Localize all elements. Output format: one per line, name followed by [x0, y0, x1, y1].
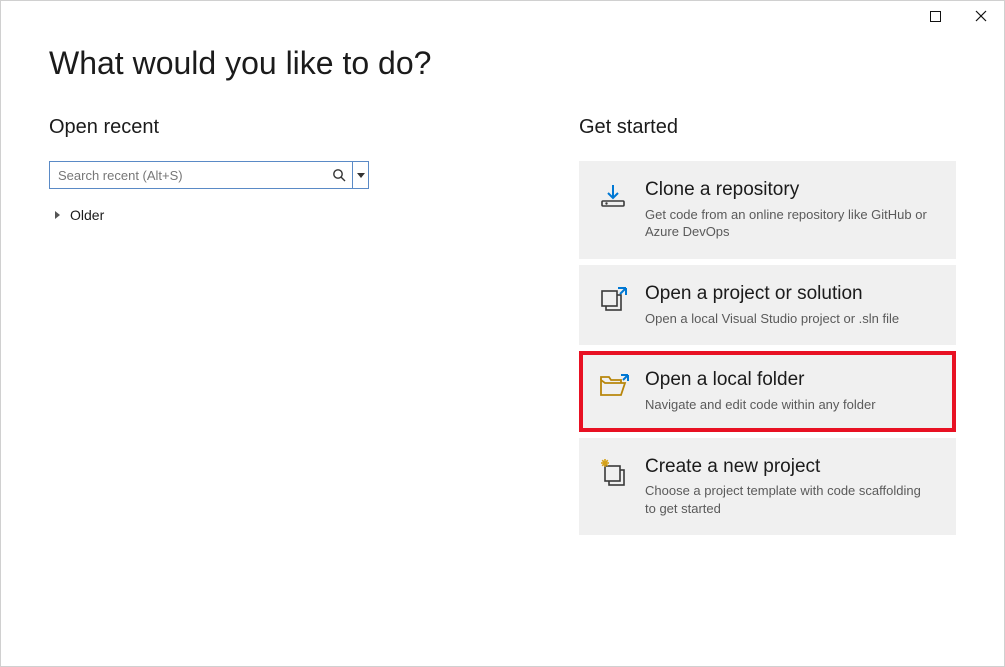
- recent-older-expander[interactable]: Older: [55, 207, 519, 223]
- recent-older-label: Older: [70, 207, 104, 223]
- card-title: Open a local folder: [645, 369, 934, 392]
- open-local-folder-card[interactable]: Open a local folder Navigate and edit co…: [579, 351, 956, 431]
- search-recent-dropdown[interactable]: [353, 161, 369, 189]
- open-folder-icon: [599, 371, 629, 401]
- clone-repository-card[interactable]: Clone a repository Get code from an onli…: [579, 161, 956, 259]
- card-desc: Choose a project template with code scaf…: [645, 482, 934, 517]
- maximize-icon: [930, 11, 941, 22]
- page-title: What would you like to do?: [1, 31, 1004, 82]
- chevron-down-icon: [357, 173, 365, 178]
- window-maximize-button[interactable]: [912, 1, 958, 31]
- clone-repository-icon: [599, 181, 629, 211]
- card-title: Create a new project: [645, 456, 934, 479]
- close-icon: [975, 10, 987, 22]
- card-desc: Get code from an online repository like …: [645, 206, 934, 241]
- card-title: Clone a repository: [645, 179, 934, 202]
- card-title: Open a project or solution: [645, 283, 934, 306]
- open-project-icon: [599, 285, 629, 315]
- open-recent-heading: Open recent: [49, 116, 519, 139]
- search-icon: [332, 168, 346, 182]
- window-close-button[interactable]: [958, 1, 1004, 31]
- get-started-heading: Get started: [579, 116, 956, 139]
- chevron-right-icon: [55, 211, 60, 219]
- card-desc: Navigate and edit code within any folder: [645, 396, 934, 414]
- search-recent-input[interactable]: [58, 168, 332, 183]
- search-recent-box[interactable]: [49, 161, 353, 189]
- create-new-project-card[interactable]: Create a new project Choose a project te…: [579, 438, 956, 536]
- card-desc: Open a local Visual Studio project or .s…: [645, 310, 934, 328]
- new-project-icon: [599, 458, 629, 488]
- open-project-card[interactable]: Open a project or solution Open a local …: [579, 265, 956, 345]
- window-titlebar: [1, 1, 1004, 31]
